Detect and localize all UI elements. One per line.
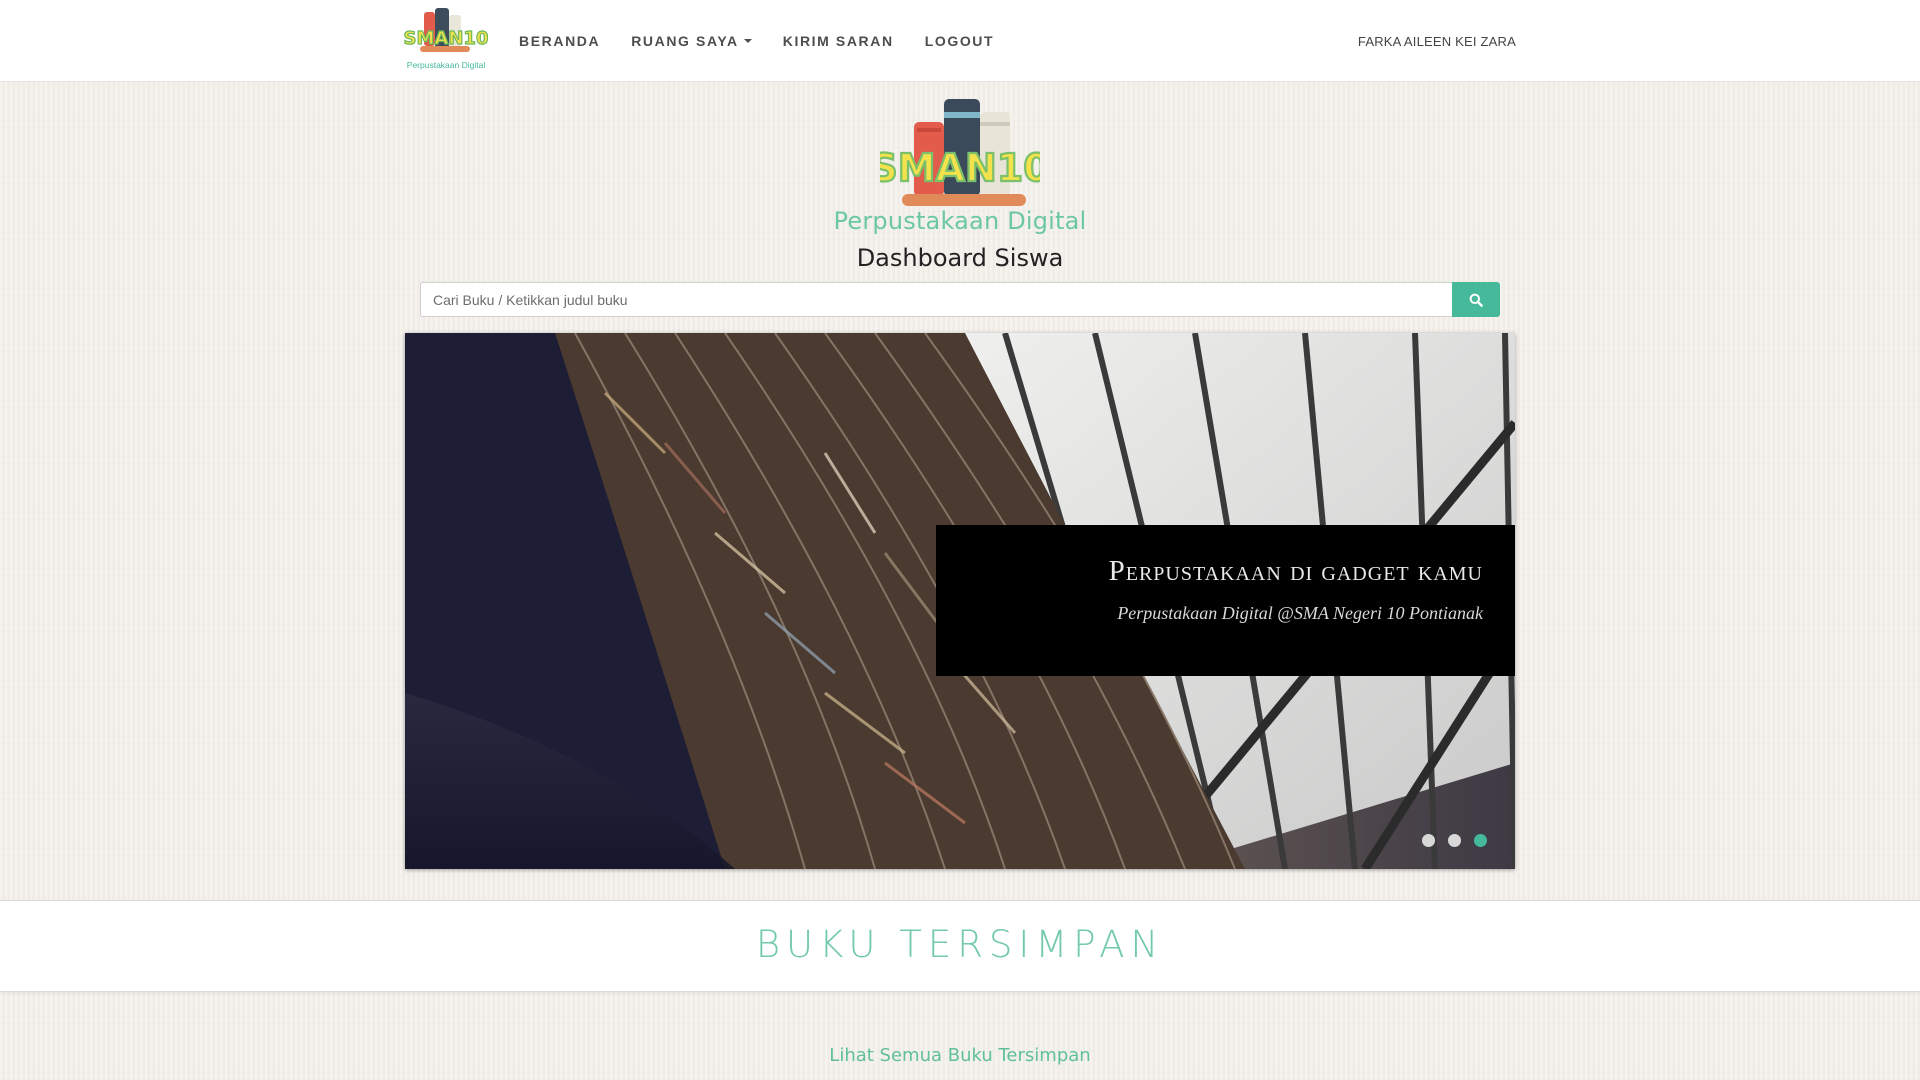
- see-all-saved-books-link[interactable]: Lihat Semua Buku Tersimpan: [0, 1045, 1920, 1066]
- nav-beranda[interactable]: BERANDA: [519, 33, 600, 49]
- page-title: Dashboard Siswa: [856, 244, 1064, 272]
- nav-ruang-saya-dropdown[interactable]: RUANG SAYA: [631, 33, 752, 49]
- navbar-container: SMAN10 Perpustakaan Digital BERANDA RUAN…: [403, 0, 1516, 82]
- caption-subtitle: Perpustakaan Digital @SMA Negeri 10 Pont…: [1117, 603, 1483, 623]
- nav-links: BERANDA RUANG SAYA KIRIM SARAN LOGOUT: [519, 0, 1025, 82]
- brand-subtitle: Perpustakaan Digital: [833, 207, 1087, 235]
- carousel-indicator-2[interactable]: [1448, 834, 1461, 847]
- navbar: SMAN10 Perpustakaan Digital BERANDA RUAN…: [0, 0, 1920, 82]
- hero-carousel[interactable]: Perpustakaan di gadget kamu Perpustakaan…: [405, 333, 1515, 869]
- nav-ruang-saya-label: RUANG SAYA: [631, 33, 739, 49]
- search-bar: [420, 282, 1500, 317]
- section-title: BUKU TERSIMPAN: [755, 923, 1165, 966]
- carousel-indicators: [1422, 834, 1500, 847]
- nav-beranda-label: BERANDA: [519, 33, 601, 49]
- saved-books-section: BUKU TERSIMPAN: [0, 900, 1920, 992]
- carousel-caption: Perpustakaan di gadget kamu Perpustakaan…: [936, 525, 1515, 676]
- caret-down-icon: [743, 39, 752, 43]
- nav-kirim-saran[interactable]: KIRIM SARAN: [783, 33, 894, 49]
- navbar-logo-image: SMAN10 Perpustakaan Digital: [403, 8, 489, 70]
- nav-kirim-saran-label: KIRIM SARAN: [782, 33, 894, 49]
- search-button[interactable]: [1452, 282, 1500, 317]
- caption-title: Perpustakaan di gadget kamu: [1108, 555, 1483, 587]
- svg-text:SMAN10: SMAN10: [880, 146, 1040, 190]
- svg-text:Perpustakaan Digital: Perpustakaan Digital: [407, 60, 486, 70]
- nav-logout-label: LOGOUT: [924, 33, 995, 49]
- carousel-indicator-1[interactable]: [1422, 834, 1435, 847]
- user-name[interactable]: FARKA AILEEN KEI ZARA: [1358, 0, 1516, 82]
- search-icon: [1469, 293, 1483, 307]
- svg-text:SMAN10: SMAN10: [404, 28, 488, 49]
- nav-logout[interactable]: LOGOUT: [925, 33, 994, 49]
- search-input[interactable]: [420, 282, 1452, 317]
- carousel-indicator-3[interactable]: [1474, 834, 1487, 847]
- hero-logo: SMAN10: [869, 96, 1051, 210]
- navbar-logo[interactable]: SMAN10 Perpustakaan Digital: [403, 6, 489, 74]
- hero-logo-image: SMAN10: [869, 99, 1051, 206]
